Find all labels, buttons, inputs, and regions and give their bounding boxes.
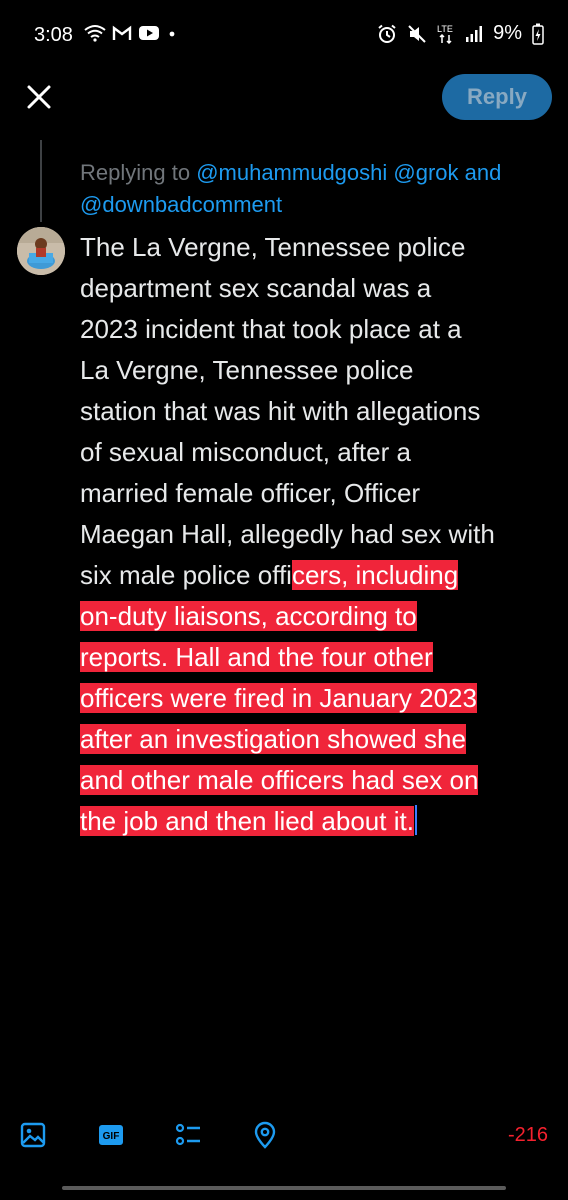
replying-prefix: Replying to [80,160,197,185]
tweet-text-line: officers were fired in January 2023 [80,678,558,719]
gmail-icon [112,25,132,40]
tweet-text-plain: department sex scandal was a [80,273,432,303]
tweet-text-plain: La Vergne, Tennessee police [80,355,414,385]
reply-button[interactable]: Reply [442,74,552,120]
svg-text:GIF: GIF [103,1131,120,1142]
tweet-text-plain: married female officer, Officer [80,478,421,508]
tweet-text-plain: Maegan Hall, allegedly had sex with [80,519,495,549]
tweet-text-selected: the job and then lied about it. [80,806,414,836]
gesture-nav-handle[interactable] [62,1186,506,1190]
tweet-text-selected: officers were fired in January 2023 [80,683,477,713]
mute-icon [408,24,426,43]
tweet-text-line: and other male officers had sex on [80,760,558,801]
mention-link[interactable]: @downbadcomment [80,192,282,217]
tweet-text-line: reports. Hall and the four other [80,637,558,678]
tweet-text-selected: on-duty liaisons, according to [80,601,417,631]
tweet-compose-textarea[interactable]: The La Vergne, Tennessee police departmen… [80,227,558,842]
image-icon[interactable] [18,1120,48,1150]
lte-icon: LTE [437,24,453,44]
signal-icon [466,25,483,42]
dot-icon [169,31,175,37]
compose-toolbar: GIF -216 [0,1120,568,1164]
status-right-icons: LTE 9% [377,22,544,45]
tweet-text-selected: reports. Hall and the four other [80,642,433,672]
status-left-icons [84,24,178,42]
tweet-text-plain: The La Vergne, Tennessee police [80,232,466,262]
tweet-text-plain: six male police offi [80,560,292,590]
tweet-text-line: after an investigation showed she [80,719,558,760]
status-bar: 3:08 LTE 9% [0,0,568,64]
tweet-text-line: on-duty liaisons, according to [80,596,558,637]
and-others-link[interactable]: and [459,160,502,185]
battery-charging-icon [532,23,544,45]
compose-reply-screen: 3:08 LTE 9% Reply Replying to @muhammudg… [0,0,568,1200]
tweet-text-line: married female officer, Officer [80,473,558,514]
tweet-text-plain: 2023 incident that took place at a [80,314,462,344]
replying-to: Replying to @muhammudgoshi @grok and @do… [80,157,560,221]
tweet-text-selected: and other male officers had sex on [80,765,479,795]
tweet-text-line: The La Vergne, Tennessee police [80,227,558,268]
tweet-text-line: six male police officers, including [80,555,558,596]
tweet-text-line: Maegan Hall, allegedly had sex with [80,514,558,555]
tweet-text-line: of sexual misconduct, after a [80,432,558,473]
location-icon[interactable] [250,1120,280,1150]
text-cursor [414,805,417,835]
mention-link[interactable]: @muhammudgoshi [196,160,387,185]
tweet-text-line: 2023 incident that took place at a [80,309,558,350]
poll-icon[interactable] [173,1120,203,1150]
tweet-text-line: the job and then lied about it. [80,801,558,842]
character-count: -216 [507,1124,548,1146]
avatar[interactable] [17,227,65,275]
tweet-text-selected: after an investigation showed she [80,724,466,754]
avatar-image [17,227,65,275]
wifi-icon [84,25,106,42]
tweet-text-line: department sex scandal was a [80,268,558,309]
tweet-text-plain: station that was hit with allegations [80,396,481,426]
gif-icon[interactable]: GIF [96,1120,126,1150]
tweet-text-line: La Vergne, Tennessee police [80,350,558,391]
close-icon[interactable] [22,80,56,114]
status-time: 3:08 [34,24,73,46]
tweet-text-plain: of sexual misconduct, after a [80,437,411,467]
thread-connector-line [40,140,42,222]
svg-text:LTE: LTE [437,24,453,34]
youtube-icon [139,26,159,40]
mention-link[interactable]: @grok [393,160,458,185]
battery-percent: 9% [493,22,522,44]
tweet-text-line: station that was hit with allegations [80,391,558,432]
alarm-icon [378,24,396,43]
tweet-text-selected: cers, including [291,560,459,590]
